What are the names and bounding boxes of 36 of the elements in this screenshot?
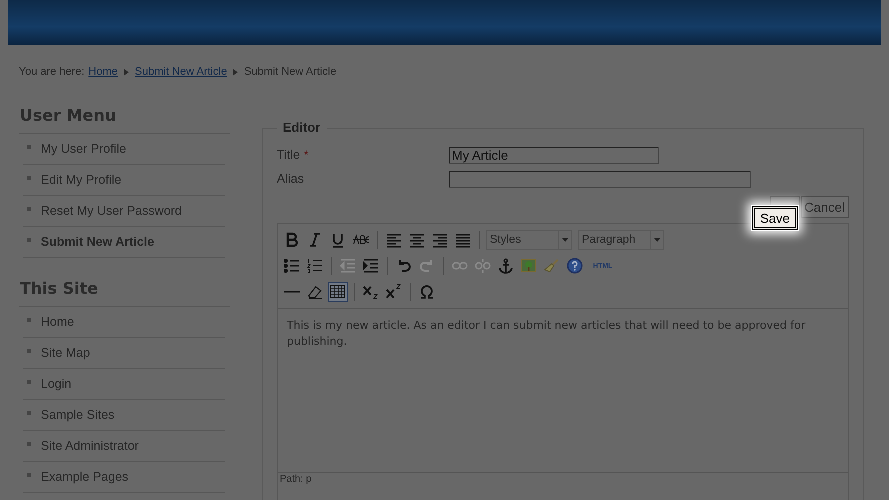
menu-heading: This Site <box>19 274 230 307</box>
menu-item[interactable]: Login <box>23 369 225 400</box>
style-dropdown[interactable]: Styles <box>486 230 572 250</box>
dropdown-arrow-icon[interactable] <box>562 238 568 242</box>
dropdown-arrow-icon[interactable] <box>654 238 660 242</box>
breadcrumb-arrow-icon <box>124 68 129 76</box>
help-icon[interactable] <box>565 256 585 276</box>
menu-heading: User Menu <box>19 101 230 134</box>
style-dropdown[interactable]: Paragraph <box>578 230 664 250</box>
menu-item[interactable]: Example Pages <box>23 462 225 493</box>
menu-item[interactable]: Home <box>23 307 225 338</box>
menu-item[interactable]: My User Profile <box>23 134 225 165</box>
article-text[interactable]: This is my new article. As an editor I can submit new articles that will need to be approved for publishing. <box>278 309 848 350</box>
table-icon[interactable] <box>328 282 348 302</box>
save-tooltip[interactable]: Save <box>752 206 798 230</box>
menu-item[interactable]: Submit New Article <box>23 227 225 258</box>
text-field[interactable] <box>449 170 751 188</box>
breadcrumb-label: You are here: <box>19 66 85 78</box>
breadcrumb-arrow-icon <box>233 68 238 76</box>
anchor-icon[interactable] <box>496 256 516 276</box>
numbers-icon[interactable] <box>305 256 325 276</box>
bullets-icon[interactable] <box>282 256 302 276</box>
menu-item[interactable]: Reset My User Password <box>23 196 225 227</box>
breadcrumb-link[interactable]: Submit New Article <box>135 66 228 78</box>
menu-item[interactable]: Edit My Profile <box>23 165 225 196</box>
menu-item[interactable]: Site Map <box>23 338 225 369</box>
text-field[interactable]: My Article <box>449 146 659 164</box>
menu-item[interactable]: Sample Sites <box>23 400 225 431</box>
field-label: Alias <box>277 172 304 186</box>
field-label: Title <box>277 148 300 162</box>
required-mark: * <box>304 148 309 162</box>
breadcrumb-current: Submit New Article <box>244 66 337 78</box>
breadcrumb-link[interactable]: Home <box>88 66 118 78</box>
menu-item[interactable]: Site Administrator <box>23 431 225 462</box>
cancel-button[interactable]: Cancel <box>800 196 849 218</box>
editor-legend: Editor <box>277 120 327 135</box>
